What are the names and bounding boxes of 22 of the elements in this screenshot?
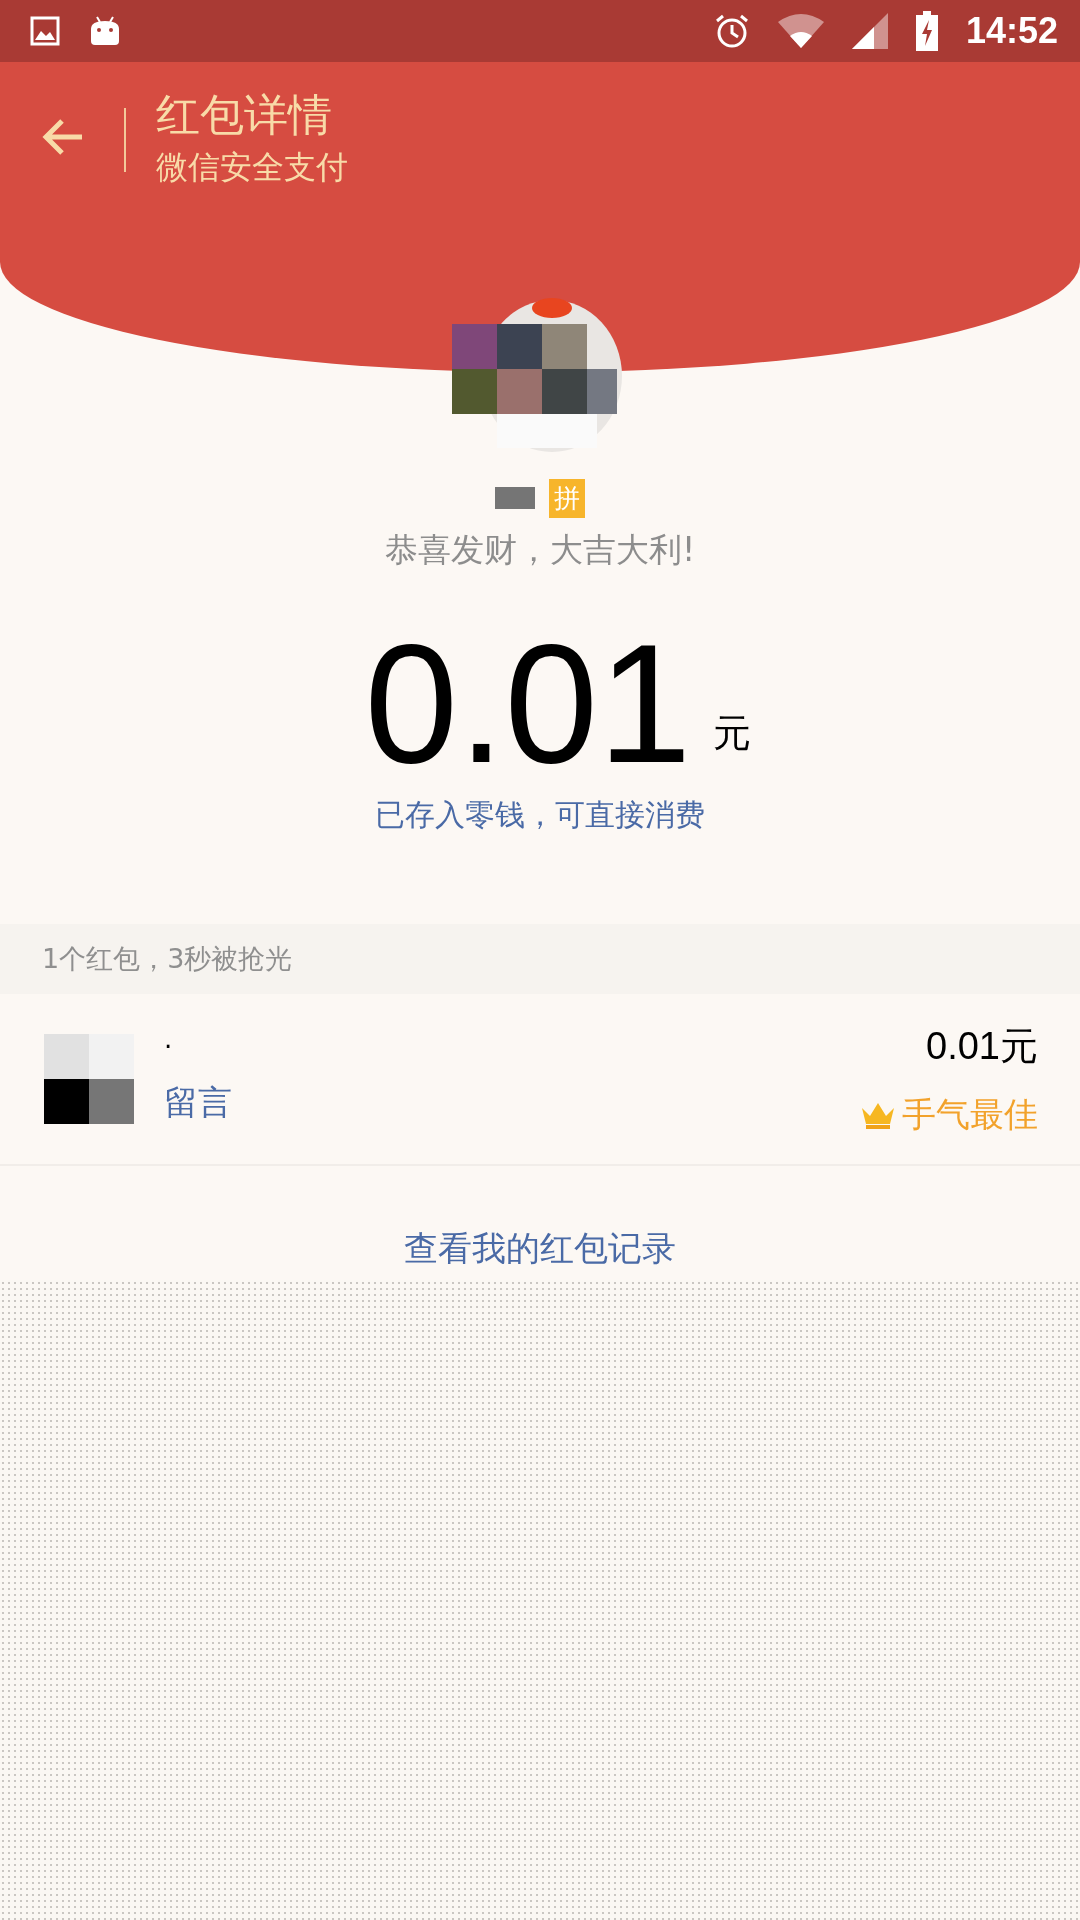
status-time: 14:52	[965, 10, 1058, 52]
records-link[interactable]: 查看我的红包记录	[0, 1226, 1080, 1272]
receiver-amount: 0.01元	[926, 1023, 1038, 1069]
best-luck-label: 手气最佳	[902, 1092, 1038, 1136]
summary-text: 1个红包，3秒被抢光	[42, 942, 293, 976]
balance-note[interactable]: 已存入零钱，可直接消费	[0, 795, 1080, 836]
android-icon	[88, 15, 122, 47]
greeting-text: 恭喜发财，大吉大利!	[383, 529, 697, 571]
alarm-icon	[713, 13, 750, 49]
signal-icon	[851, 13, 888, 49]
wifi-icon	[777, 14, 824, 48]
comment-link[interactable]: 留言	[164, 1080, 860, 1126]
amount-value: 0.01	[364, 619, 692, 789]
page-subtitle: 微信安全支付	[156, 147, 348, 188]
image-icon	[30, 16, 60, 46]
battery-icon	[915, 11, 938, 51]
page-title: 红包详情	[156, 88, 333, 142]
back-icon[interactable]	[42, 118, 84, 156]
amount-unit: 元	[713, 710, 752, 757]
receiver-name: ·	[164, 1032, 174, 1062]
redacted-name	[495, 487, 535, 509]
group-badge: 拼	[549, 478, 585, 518]
